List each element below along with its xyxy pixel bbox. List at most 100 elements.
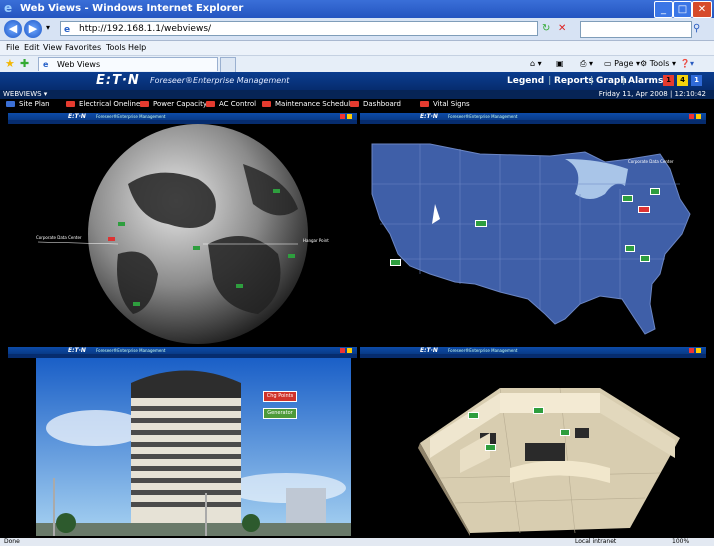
- view-vital-signs[interactable]: Vital Signs: [420, 100, 470, 108]
- pane-product: Foreseer®Enterprise Management: [448, 348, 518, 353]
- nav-divider: |: [622, 76, 626, 86]
- pane-alarm-red[interactable]: [340, 348, 345, 353]
- pane-alarm-red[interactable]: [689, 348, 694, 353]
- map-alarm-marker[interactable]: [638, 206, 651, 213]
- menu-view[interactable]: View: [43, 43, 62, 52]
- pane-logo: E:T·N: [68, 113, 86, 120]
- menu-tools[interactable]: Tools: [106, 43, 126, 52]
- back-button[interactable]: ◀: [4, 20, 22, 38]
- globe-left-label[interactable]: Corporate Data Center: [36, 235, 82, 240]
- menu-favorites[interactable]: Favorites: [65, 43, 101, 52]
- map-site-marker[interactable]: [390, 259, 402, 266]
- pane-alarm-red[interactable]: [340, 114, 345, 119]
- pane-alarm-red[interactable]: [689, 114, 694, 119]
- stop-icon[interactable]: ✕: [558, 21, 566, 36]
- feeds-icon[interactable]: ▣: [556, 59, 564, 68]
- refresh-icon[interactable]: ↻: [542, 21, 550, 36]
- building-graphic: [36, 358, 351, 536]
- chg-points-button[interactable]: Chg Points: [263, 391, 297, 402]
- pane-logo: E:T·N: [420, 113, 438, 120]
- status-bar: Done Local intranet 100%: [0, 538, 714, 546]
- view-power-capacity[interactable]: Power Capacity: [140, 100, 207, 108]
- close-button[interactable]: ✕: [692, 1, 712, 18]
- pane-alarm-yellow[interactable]: [696, 114, 701, 119]
- product-name: Foreseer®Enterprise Management: [150, 76, 290, 85]
- nav-divider: |: [548, 76, 552, 86]
- forward-button[interactable]: ▶: [24, 20, 42, 38]
- globe-pane: E:T·N Foreseer®Enterprise Management Cor…: [8, 113, 357, 344]
- floor-marker[interactable]: [485, 444, 497, 451]
- view-dashboard[interactable]: Dashboard: [350, 100, 401, 108]
- help-icon[interactable]: ❓▾: [680, 59, 694, 68]
- alarm-count-yellow[interactable]: 4: [677, 75, 688, 86]
- add-favorite-icon[interactable]: ✚: [20, 57, 29, 70]
- window-title-bar: e Web Views - Windows Internet Explorer …: [0, 0, 714, 18]
- app-header: E:T·N Foreseer®Enterprise Management Leg…: [0, 72, 714, 90]
- floorplan-graphic: [418, 387, 680, 536]
- view-ac-control[interactable]: AC Control: [206, 100, 256, 108]
- address-input[interactable]: e http://192.168.1.1/webviews/: [60, 21, 538, 36]
- search-icon[interactable]: ⚲: [693, 21, 700, 36]
- page-icon: e: [64, 25, 71, 35]
- map-site-marker[interactable]: [650, 188, 660, 195]
- nav-divider: |: [590, 76, 594, 86]
- map-site-marker[interactable]: [640, 255, 650, 262]
- map-site-marker[interactable]: [625, 245, 635, 252]
- view-maintenance-scheduler[interactable]: Maintenance Scheduler: [262, 100, 357, 108]
- nav-legend[interactable]: Legend: [507, 76, 544, 86]
- tab-bar: ★ ✚ e Web Views ⌂ ▾ ▣ ⎙ ▾ ▭ Page ▾ ⚙ Too…: [0, 56, 714, 73]
- tools-menu[interactable]: ⚙ Tools ▾: [640, 59, 676, 68]
- pane-alarm-yellow[interactable]: [696, 348, 701, 353]
- home-icon[interactable]: ⌂ ▾: [530, 59, 542, 68]
- view-electrical-oneline[interactable]: Electrical Oneline: [66, 100, 140, 108]
- tab-web-views[interactable]: e Web Views: [38, 57, 218, 71]
- sub-header: WEBVIEWS ▾ Friday 11, Apr 2008 | 12:10:4…: [0, 90, 714, 99]
- address-toolbar: ◀ ▶ ▾ e http://192.168.1.1/webviews/ ↻ ✕…: [0, 18, 714, 41]
- zoom-level[interactable]: 100%: [672, 538, 689, 545]
- minimize-button[interactable]: _: [654, 1, 673, 18]
- floorplan-pane: E:T·N Foreseer®Enterprise Management: [360, 347, 706, 536]
- alarm-count-blue[interactable]: 1: [691, 75, 702, 86]
- address-url: http://192.168.1.1/webviews/: [79, 24, 212, 34]
- pane-header: E:T·N Foreseer®Enterprise Management: [360, 113, 706, 120]
- generator-button[interactable]: Generator: [263, 408, 297, 419]
- globe-right-label[interactable]: Hangar Point: [303, 238, 329, 243]
- new-tab-button[interactable]: [220, 57, 236, 73]
- date-time: Friday 11, Apr 2008 | 12:10:42: [598, 90, 706, 98]
- floor-marker[interactable]: [468, 412, 480, 419]
- pane-header: E:T·N Foreseer®Enterprise Management: [8, 347, 357, 354]
- nav-reports[interactable]: Reports: [554, 76, 594, 86]
- search-input[interactable]: [580, 21, 692, 38]
- nav-alarms[interactable]: Alarms: [628, 76, 663, 86]
- alarm-count-red[interactable]: 1: [663, 75, 674, 86]
- globe-graphic: [37, 124, 308, 344]
- favorites-star-icon[interactable]: ★: [5, 57, 15, 70]
- webviews-menu[interactable]: WEBVIEWS ▾: [3, 90, 47, 98]
- status-text: Done: [4, 538, 20, 545]
- floor-marker[interactable]: [560, 429, 570, 436]
- tab-label: Web Views: [57, 60, 101, 69]
- views-nav: Site Plan Electrical Oneline Power Capac…: [0, 99, 714, 109]
- pane-alarm-yellow[interactable]: [347, 348, 352, 353]
- menu-file[interactable]: File: [6, 43, 19, 52]
- maximize-button[interactable]: □: [673, 1, 692, 18]
- eaton-logo: E:T·N: [96, 73, 140, 88]
- print-icon[interactable]: ⎙ ▾: [580, 59, 593, 69]
- floor-marker[interactable]: [533, 407, 545, 414]
- us-map-graphic: [371, 143, 691, 335]
- menu-help[interactable]: Help: [128, 43, 146, 52]
- map-site-marker[interactable]: [475, 220, 488, 227]
- map-site-marker[interactable]: [622, 195, 634, 202]
- map-label[interactable]: Corporate Data Center: [628, 159, 674, 164]
- page-menu[interactable]: ▭ Page ▾: [604, 59, 640, 68]
- tab-page-icon: e: [43, 60, 49, 69]
- us-map-pane: E:T·N Foreseer®Enterprise Management Cor…: [360, 113, 706, 344]
- pane-header: E:T·N Foreseer®Enterprise Management: [8, 113, 357, 120]
- menu-edit[interactable]: Edit: [24, 43, 40, 52]
- building-pane: E:T·N Foreseer®Enterprise Management Chg…: [8, 347, 357, 536]
- pane-alarm-yellow[interactable]: [347, 114, 352, 119]
- menu-bar: File Edit View Favorites Tools Help: [0, 41, 714, 56]
- view-site-plan[interactable]: Site Plan: [6, 100, 50, 108]
- window-title: Web Views - Windows Internet Explorer: [20, 3, 244, 14]
- recent-pages-dropdown-icon[interactable]: ▾: [46, 23, 50, 32]
